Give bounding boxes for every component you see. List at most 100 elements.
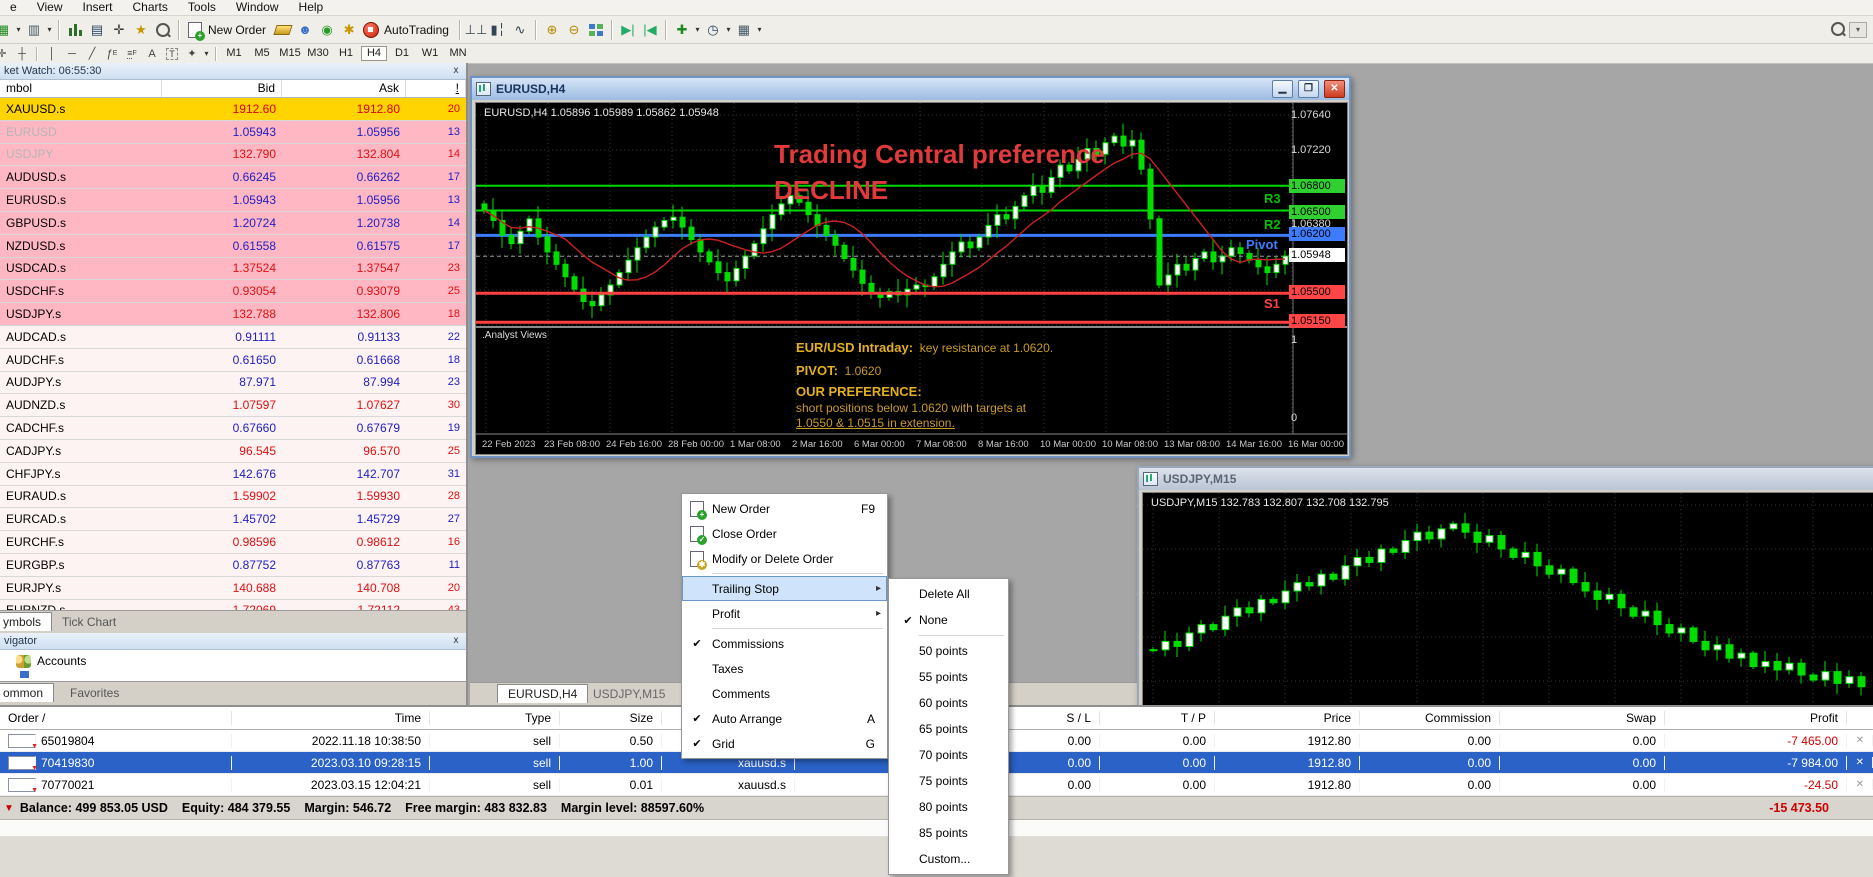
vertical-line-tool-icon[interactable]: │: [42, 46, 62, 61]
chart-shift-icon[interactable]: |◀: [639, 20, 661, 40]
toolbar-options-icon[interactable]: ▾: [1849, 22, 1867, 38]
periods-button[interactable]: ◷: [702, 20, 724, 40]
trailing-option-80-points[interactable]: 80 points: [889, 794, 1008, 820]
data-window-icon[interactable]: ▤: [86, 20, 108, 40]
templates-dropdown-icon[interactable]: ▾: [755, 25, 764, 34]
cursor-tool-icon[interactable]: ✛: [0, 46, 12, 61]
column-bid[interactable]: Bid: [162, 80, 282, 97]
tab-favorites[interactable]: Favorites: [60, 684, 129, 702]
gold-symbol-icon[interactable]: [272, 20, 294, 40]
menu-window[interactable]: Window: [226, 0, 289, 15]
chart1-titlebar[interactable]: EURUSD,H4 ▁ ❐ ✕: [472, 78, 1349, 100]
market-watch-row-xauusd.s[interactable]: XAUUSD.s1912.601912.8020: [0, 98, 466, 121]
context-menu-item-close-order[interactable]: ✓Close Order: [682, 521, 887, 546]
market-watch-row-usdjpy[interactable]: USDJPY132.790132.80414: [0, 144, 466, 167]
navigator-toggle-icon[interactable]: ✛: [108, 20, 130, 40]
market-watch-row-eurchf.s[interactable]: EURCHF.s0.985960.9861216: [0, 531, 466, 554]
trailing-option-85-points[interactable]: 85 points: [889, 820, 1008, 846]
terminal-column-swap[interactable]: Swap: [1500, 711, 1665, 725]
market-watch-row-cadchf.s[interactable]: CADCHF.s0.676600.6767919: [0, 417, 466, 440]
timeframe-m30[interactable]: M30: [305, 46, 331, 61]
column-symbol[interactable]: mbol: [0, 80, 162, 97]
market-watch-row-nzdusd.s[interactable]: NZDUSD.s0.615580.6157517: [0, 235, 466, 258]
menu-charts[interactable]: Charts: [123, 0, 178, 15]
terminal-column-order[interactable]: Order /: [0, 711, 232, 725]
timeframe-m15[interactable]: M15: [277, 46, 303, 61]
context-menu-item-profit[interactable]: Profit▸: [682, 601, 887, 626]
close-icon[interactable]: ✕: [1324, 80, 1345, 98]
trailing-option-70-points[interactable]: 70 points: [889, 742, 1008, 768]
new-order-button[interactable]: New Order: [208, 23, 266, 37]
context-menu-item-trailing-stop[interactable]: Trailing Stop▸: [682, 576, 887, 601]
close-icon[interactable]: x: [450, 635, 462, 647]
autotrading-button[interactable]: AutoTrading: [384, 23, 449, 37]
column-spread[interactable]: !: [406, 80, 466, 97]
timeframe-mn[interactable]: MN: [445, 46, 471, 61]
trailing-option-50-points[interactable]: 50 points: [889, 638, 1008, 664]
terminal-column-profit[interactable]: Profit: [1665, 711, 1847, 725]
horizontal-line-tool-icon[interactable]: ─: [62, 46, 82, 61]
market-watch-row-eurjpy.s[interactable]: EURJPY.s140.688140.70820: [0, 577, 466, 600]
crosshair-tool-icon[interactable]: ┼: [12, 46, 32, 61]
new-order-icon[interactable]: +: [184, 20, 206, 40]
market-watch-row-eurusd.s[interactable]: EURUSD.s1.059431.0595613: [0, 189, 466, 212]
menu-insert[interactable]: Insert: [72, 0, 122, 15]
minimize-icon[interactable]: ▁: [1272, 80, 1293, 98]
chart2-titlebar[interactable]: USDJPY,M15: [1139, 468, 1873, 490]
trailing-option-55-points[interactable]: 55 points: [889, 664, 1008, 690]
market-watch-row-usdchf.s[interactable]: USDCHF.s0.930540.9307925: [0, 280, 466, 303]
market-watch-row-audchf.s[interactable]: AUDCHF.s0.616500.6166818: [0, 349, 466, 372]
trailing-option-60-points[interactable]: 60 points: [889, 690, 1008, 716]
navigator-item-accounts[interactable]: Accounts: [0, 650, 466, 668]
chart2-plot-area[interactable]: USDJPY,M15 132.783 132.807 132.708 132.7…: [1142, 492, 1873, 712]
context-menu-item-comments[interactable]: Comments: [682, 681, 887, 706]
periods-dropdown-icon[interactable]: ▾: [724, 25, 733, 34]
close-position-icon[interactable]: ✕: [1847, 757, 1873, 768]
terminal-column-size[interactable]: Size: [560, 711, 662, 725]
signals-icon[interactable]: ◉: [316, 20, 338, 40]
bar-chart-mode-icon[interactable]: ⊥⊥: [465, 20, 487, 40]
market-watch-row-chfjpy.s[interactable]: CHFJPY.s142.676142.70731: [0, 463, 466, 486]
auto-scroll-icon[interactable]: ▶|: [617, 20, 639, 40]
menu-help[interactable]: Help: [289, 0, 334, 15]
close-position-icon[interactable]: ✕: [1847, 735, 1873, 746]
candlestick-mode-icon[interactable]: ▮╎: [487, 20, 509, 40]
arrows-tool-icon[interactable]: ✦: [182, 46, 202, 61]
expert-settings-icon[interactable]: ✱: [338, 20, 360, 40]
context-menu-item-commissions[interactable]: ✔Commissions: [682, 631, 887, 656]
market-watch-row-gbpusd.s[interactable]: GBPUSD.s1.207241.2073814: [0, 212, 466, 235]
zoom-in-icon[interactable]: ⊕: [541, 20, 563, 40]
autotrading-status-icon[interactable]: [360, 20, 382, 40]
menu-tools[interactable]: Tools: [178, 0, 226, 15]
chart1-plot-area[interactable]: EURUSD,H4 1.05896 1.05989 1.05862 1.0594…: [475, 102, 1348, 455]
favorites-folder-icon[interactable]: ★: [130, 20, 152, 40]
market-watch-row-euraud.s[interactable]: EURAUD.s1.599021.5993028: [0, 486, 466, 509]
market-watch-row-usdjpy.s[interactable]: USDJPY.s132.788132.80618: [0, 303, 466, 326]
terminal-column-price[interactable]: Price: [1215, 711, 1360, 725]
market-watch-toggle-icon[interactable]: [64, 20, 86, 40]
line-chart-mode-icon[interactable]: ∿: [509, 20, 531, 40]
text-tool-icon[interactable]: A: [142, 46, 162, 61]
market-watch-row-eurcad.s[interactable]: EURCAD.s1.457021.4572927: [0, 508, 466, 531]
trendline-tool-icon[interactable]: ╱: [82, 46, 102, 61]
metaeditor-icon[interactable]: ☻: [294, 20, 316, 40]
market-watch-row-eurgbp.s[interactable]: EURGBP.s0.877520.8776311: [0, 554, 466, 577]
indicators-dropdown-icon[interactable]: ▾: [693, 25, 702, 34]
context-menu-item-taxes[interactable]: Taxes: [682, 656, 887, 681]
market-watch-row-eurusd[interactable]: EURUSD1.059431.0595613: [0, 121, 466, 144]
text-label-tool-icon[interactable]: T: [162, 46, 182, 61]
fibonacci-tool-icon[interactable]: ƒE: [102, 46, 122, 61]
chart-tab-eurusd-h4[interactable]: EURUSD,H4: [497, 684, 588, 703]
terminal-column-commission[interactable]: Commission: [1360, 711, 1500, 725]
close-position-icon[interactable]: ✕: [1847, 779, 1873, 790]
search-icon[interactable]: [1831, 22, 1845, 36]
market-watch-row-audjpy.s[interactable]: AUDJPY.s87.97187.99423: [0, 372, 466, 395]
trailing-option-custom-[interactable]: Custom...: [889, 846, 1008, 872]
indicators-button[interactable]: ✚: [671, 20, 693, 40]
restore-icon[interactable]: ❐: [1298, 80, 1319, 98]
zoom-out-icon[interactable]: ⊖: [563, 20, 585, 40]
market-watch-row-usdcad.s[interactable]: USDCAD.s1.375241.3754723: [0, 258, 466, 281]
timeframe-h4[interactable]: H4: [361, 46, 387, 61]
trailing-option-75-points[interactable]: 75 points: [889, 768, 1008, 794]
context-menu-item-modify-or-delete-order[interactable]: ✱Modify or Delete Order: [682, 546, 887, 571]
